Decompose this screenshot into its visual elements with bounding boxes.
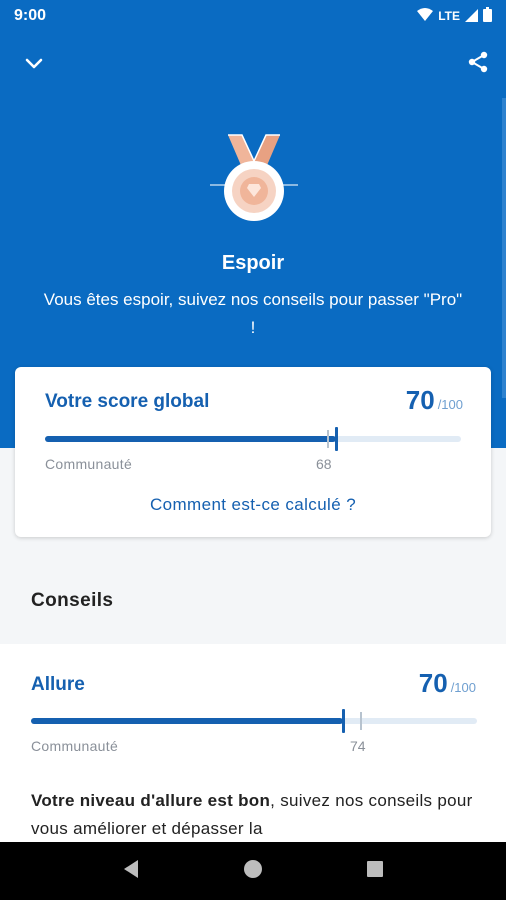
back-button[interactable] — [111, 851, 151, 891]
global-score-label: Votre score global — [45, 391, 210, 412]
collapse-button[interactable] — [14, 44, 54, 84]
level-subtitle: Vous êtes espoir, suivez nos conseils po… — [43, 290, 463, 337]
chevron-down-icon — [25, 55, 43, 74]
network-type: LTE — [438, 9, 460, 23]
level-title: Espoir — [221, 252, 285, 274]
share-icon — [467, 51, 489, 77]
tip-community-label: Communauté — [31, 738, 119, 754]
tip-score-value: 70 — [418, 668, 448, 698]
score-progress-bar — [45, 427, 461, 451]
community-value: 68 — [316, 456, 332, 472]
tip-description: Votre niveau d'allure est bon, suivez no… — [31, 787, 481, 843]
tip-community-value: 74 — [350, 738, 366, 754]
home-button[interactable] — [233, 851, 273, 891]
home-circle-icon — [243, 859, 263, 883]
signal-icon — [465, 7, 478, 26]
how-calculated-link[interactable]: Comment est-ce calculé ? — [15, 495, 491, 515]
medal-icon — [206, 127, 302, 227]
score-progress-fill — [45, 436, 337, 442]
global-score-max: /100 — [437, 397, 463, 412]
scroll-indicator — [502, 98, 506, 398]
tip-score: 70 /100 — [419, 668, 476, 699]
global-score-value: 70 — [405, 385, 435, 415]
section-title: Conseils — [31, 590, 114, 611]
recents-square-icon — [366, 860, 384, 882]
back-triangle-icon — [122, 859, 140, 883]
tip-community-marker — [360, 712, 363, 730]
tip-allure: Allure 70 /100 Communauté 74 Votre nivea… — [0, 644, 506, 842]
global-score-card: Votre score global 70 /100 Communauté 68… — [15, 367, 491, 537]
share-button[interactable] — [458, 44, 498, 84]
status-icons: LTE — [417, 6, 492, 26]
status-bar: 9:00 LTE — [0, 0, 506, 32]
tip-progress-bar — [31, 709, 477, 733]
community-marker — [326, 430, 329, 448]
tip-user-marker — [342, 709, 346, 733]
navigation-bar — [0, 842, 506, 900]
tip-label: Allure — [31, 674, 85, 695]
status-time: 9:00 — [14, 7, 47, 24]
global-score: 70 /100 — [406, 385, 463, 416]
recents-button[interactable] — [355, 851, 395, 891]
tip-score-max: /100 — [450, 680, 476, 695]
community-label: Communauté — [45, 456, 133, 472]
wifi-icon — [417, 7, 434, 26]
tip-description-bold: Votre niveau d'allure est bon — [31, 791, 271, 810]
tip-progress-fill — [31, 718, 344, 724]
battery-icon — [483, 6, 492, 26]
user-score-marker — [335, 427, 339, 451]
